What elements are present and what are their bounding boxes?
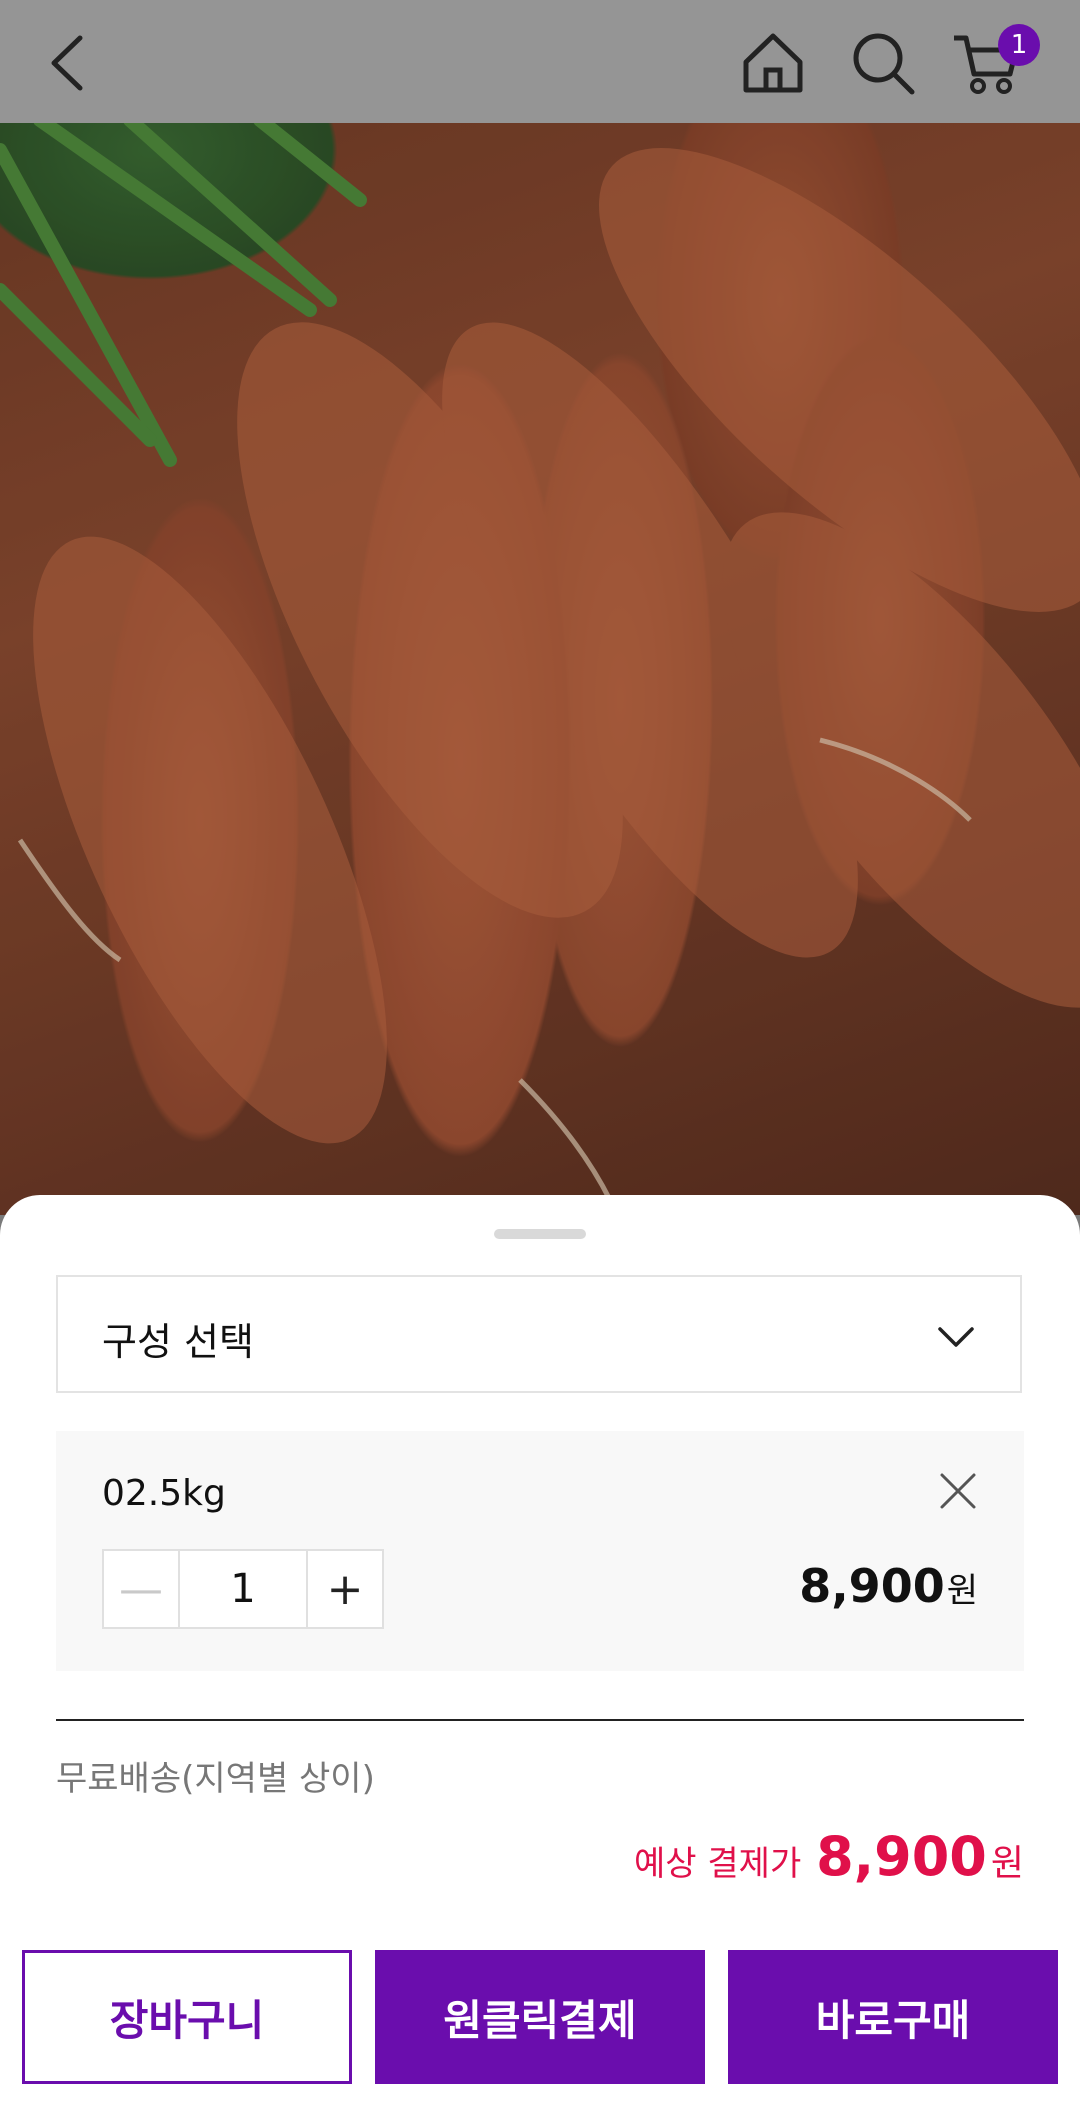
option-price: 8,900원 (799, 1559, 978, 1613)
total-amount: 8,900 (816, 1825, 987, 1888)
option-bottom-sheet: 구성 선택 02.5kg — 1 + 8,900원 무료배송(지역별 상이) 예… (0, 1195, 1080, 2106)
photo-dim-overlay (0, 0, 1080, 1215)
home-icon[interactable] (738, 28, 808, 98)
chevron-down-icon (938, 1327, 974, 1347)
sheet-drag-handle[interactable] (494, 1229, 586, 1239)
increase-quantity-button[interactable]: + (306, 1551, 382, 1627)
total-label: 예상 결제가 (634, 1844, 802, 1884)
option-price-unit: 원 (946, 1571, 978, 1611)
selected-option-card: 02.5kg — 1 + 8,900원 (56, 1431, 1024, 1671)
search-icon[interactable] (848, 28, 918, 98)
option-price-value: 8,900 (799, 1559, 945, 1613)
total-unit: 원 (990, 1843, 1024, 1884)
one-click-pay-button[interactable]: 원클릭결제 (375, 1950, 705, 2084)
option-select-label: 구성 선택 (102, 1320, 254, 1364)
close-icon[interactable] (938, 1471, 978, 1511)
cart-count-badge: 1 (998, 24, 1040, 66)
quantity-stepper: — 1 + (102, 1549, 384, 1629)
estimated-total: 예상 결제가 8,900 원 (634, 1825, 1024, 1888)
divider (56, 1719, 1024, 1721)
back-arrow-icon[interactable] (36, 28, 106, 98)
buy-now-button[interactable]: 바로구매 (728, 1950, 1058, 2084)
decrease-quantity-button[interactable]: — (104, 1551, 180, 1627)
selected-option-name: 02.5kg (102, 1473, 226, 1514)
add-to-cart-button[interactable]: 장바구니 (22, 1950, 352, 2084)
top-navigation-bar: 1 (0, 0, 1080, 123)
product-image (0, 0, 1080, 1215)
option-select-dropdown[interactable]: 구성 선택 (56, 1275, 1022, 1393)
quantity-value[interactable]: 1 (180, 1551, 306, 1627)
shipping-note: 무료배송(지역별 상이) (56, 1759, 375, 1799)
